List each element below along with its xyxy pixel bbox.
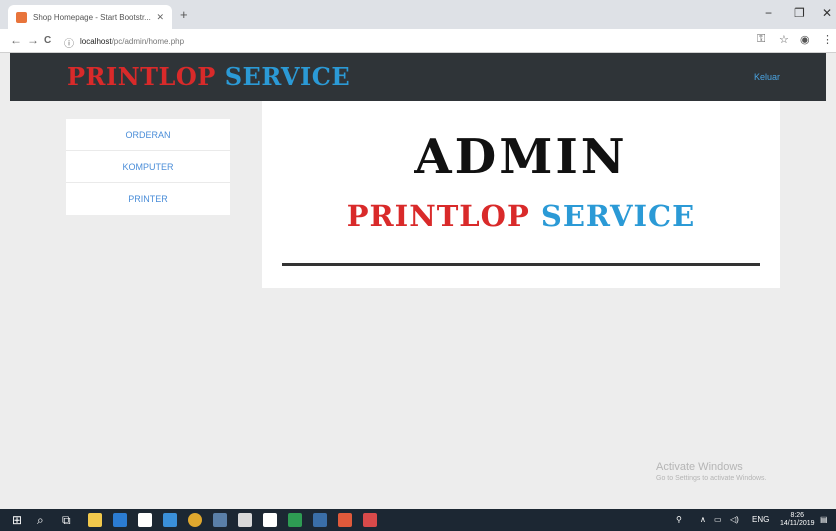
favicon-icon: [16, 11, 27, 23]
new-tab-button[interactable]: +: [180, 7, 188, 22]
subtitle-part-2: SERVICE: [540, 199, 696, 233]
folder-icon[interactable]: [338, 513, 352, 527]
store-icon[interactable]: [138, 513, 152, 527]
panel-subtitle: PRINTLOP SERVICE: [262, 199, 780, 233]
forward-button[interactable]: →: [27, 33, 39, 47]
page-title: ADMIN: [414, 129, 628, 185]
network-icon[interactable]: ▭: [714, 515, 722, 524]
site-header: PRINTLOP SERVICE Keluar: [10, 53, 826, 101]
tab-close-icon[interactable]: ✕: [156, 12, 164, 23]
menu-item-printer[interactable]: PRINTER: [66, 183, 230, 215]
volume-icon[interactable]: ◁): [730, 515, 739, 524]
check-icon[interactable]: [163, 513, 177, 527]
chevron-up-icon[interactable]: ∧: [700, 515, 706, 524]
browser-tab-strip: Shop Homepage - Start Bootstr... ✕ + − ❐…: [0, 0, 836, 29]
logout-link[interactable]: Keluar: [754, 72, 780, 82]
minimize-button[interactable]: −: [765, 6, 772, 20]
menu-icon[interactable]: ⋮: [822, 33, 833, 46]
browser-tab[interactable]: Shop Homepage - Start Bootstr... ✕: [8, 5, 172, 29]
feather-icon[interactable]: [238, 513, 252, 527]
divider: [282, 263, 760, 266]
menu-item-orderan[interactable]: ORDERAN: [66, 119, 230, 151]
chrome-icon[interactable]: [188, 513, 202, 527]
notifications-icon[interactable]: ▤: [820, 515, 828, 524]
site-info-icon[interactable]: ⓘ: [64, 35, 74, 50]
url-host: localhost: [80, 36, 112, 46]
browser-toolbar: ← → C ⓘ localhost /pc/admin/home.php ⚿ ☆…: [0, 29, 836, 53]
reload-button[interactable]: C: [44, 35, 51, 46]
url-path: /pc/admin/home.php: [111, 36, 185, 46]
bag-icon[interactable]: [263, 513, 277, 527]
phone-icon[interactable]: [288, 513, 302, 527]
settings-icon[interactable]: [313, 513, 327, 527]
clock-time: 8:26: [790, 512, 805, 519]
brand-part-2: SERVICE: [224, 62, 351, 91]
restore-button[interactable]: ❐: [794, 6, 805, 20]
close-window-button[interactable]: ✕: [822, 6, 832, 20]
watermark-line-2: Go to Settings to activate Windows.: [656, 475, 767, 482]
edge-icon[interactable]: [113, 513, 127, 527]
back-button[interactable]: ←: [10, 33, 22, 47]
clock-date: 14/11/2019: [780, 520, 815, 527]
account-icon[interactable]: ◉: [800, 33, 810, 46]
key-icon[interactable]: ⚿: [757, 33, 765, 46]
windows-start-icon[interactable]: ⊞: [12, 513, 22, 527]
activate-windows-watermark: Activate Windows Go to Settings to activ…: [656, 461, 767, 482]
subtitle-part-1: PRINTLOP: [346, 199, 530, 233]
person-icon[interactable]: ⚲: [676, 515, 682, 524]
brand-part-1: PRINTLOP: [67, 62, 216, 91]
taskbar-clock[interactable]: 8:26 14/11/2019: [780, 512, 815, 528]
explorer-icon[interactable]: [88, 513, 102, 527]
task-view-icon[interactable]: ⧉: [62, 513, 71, 527]
star-icon[interactable]: ☆: [779, 33, 789, 46]
calculator-icon[interactable]: [213, 513, 227, 527]
tab-title: Shop Homepage - Start Bootstr...: [33, 12, 151, 22]
taskbar: ⊞ ⌕ ⧉ ⚲ ∧ ▭ ◁) ENG 8:26 14/11/2019 ▤: [0, 509, 836, 531]
language-icon[interactable]: ENG: [752, 515, 769, 524]
side-menu: ORDERAN KOMPUTER PRINTER: [66, 119, 230, 215]
search-icon[interactable]: ⌕: [37, 513, 44, 527]
admin-panel: ADMIN PRINTLOP SERVICE: [262, 101, 780, 288]
brand-logo[interactable]: PRINTLOP SERVICE: [67, 62, 350, 91]
address-bar[interactable]: localhost /pc/admin/home.php: [80, 32, 740, 50]
app-icon[interactable]: [363, 513, 377, 527]
menu-item-komputer[interactable]: KOMPUTER: [66, 151, 230, 183]
watermark-line-1: Activate Windows: [656, 461, 743, 473]
